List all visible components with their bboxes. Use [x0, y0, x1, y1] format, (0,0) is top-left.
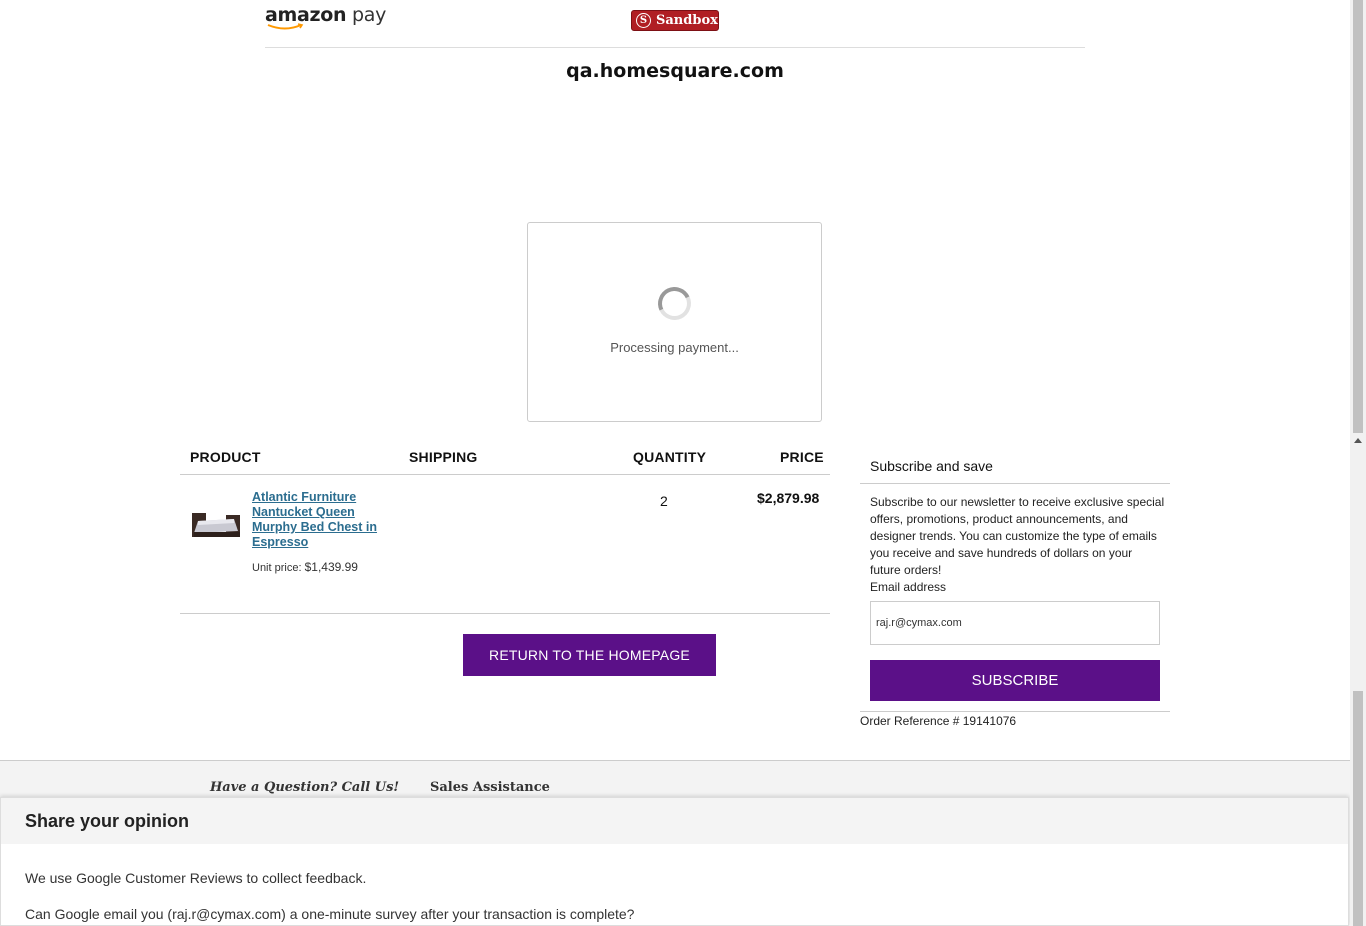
dialog-text-survey: Can Google email you (raj.r@cymax.com) a… — [25, 906, 635, 922]
unit-price-value: $1,439.99 — [304, 560, 358, 574]
page-scrollbar[interactable] — [1350, 0, 1366, 926]
dialog-title: Share your opinion — [25, 811, 190, 831]
amazon-logo-suffix: pay — [352, 4, 387, 26]
footer-sales-assistance: Sales Assistance — [430, 780, 550, 795]
loading-spinner-icon — [653, 282, 696, 325]
processing-message: Processing payment... — [610, 340, 739, 355]
order-reference: Order Reference # 19141076 — [860, 714, 1017, 728]
column-header-quantity: QUANTITY — [633, 449, 707, 465]
subscribe-description: Subscribe to our newsletter to receive e… — [870, 495, 1165, 577]
subscribe-divider — [860, 483, 1170, 484]
table-header-divider — [180, 474, 830, 475]
unit-price-label: Unit price: — [252, 562, 302, 574]
sandbox-s-icon: S — [636, 13, 651, 28]
email-field[interactable] — [870, 601, 1160, 645]
item-price: $2,879.98 — [757, 490, 820, 506]
return-homepage-button[interactable]: RETURN TO THE HOMEPAGE — [463, 634, 716, 676]
sandbox-label: Sandbox — [656, 13, 718, 28]
scrollbar-thumb-main[interactable] — [1353, 0, 1363, 433]
dialog-text-feedback: We use Google Customer Reviews to collec… — [25, 870, 367, 886]
merchant-domain: qa.homesquare.com — [566, 60, 784, 82]
scroll-up-arrow-icon[interactable] — [1354, 438, 1362, 443]
footer-call-us: Have a Question? Call Us! — [210, 780, 400, 795]
column-header-product: PRODUCT — [190, 449, 261, 465]
amazon-smile-icon — [267, 23, 304, 30]
header-divider — [265, 47, 1085, 48]
column-header-price: PRICE — [780, 449, 824, 465]
item-quantity: 2 — [660, 493, 668, 509]
unit-price: Unit price: $1,439.99 — [252, 560, 358, 574]
scrollbar-thumb-secondary[interactable] — [1353, 691, 1363, 926]
table-row-divider — [180, 613, 830, 614]
product-thumbnail[interactable] — [190, 505, 242, 539]
subscribe-title: Subscribe and save — [870, 458, 993, 474]
product-link[interactable]: Atlantic Furniture Nantucket Queen Murph… — [252, 490, 377, 550]
sandbox-badge: S Sandbox — [631, 10, 719, 31]
processing-panel: Processing payment... — [527, 222, 822, 422]
column-header-shipping: SHIPPING — [409, 449, 478, 465]
share-opinion-dialog: Share your opinion We use Google Custome… — [0, 797, 1349, 926]
dialog-header: Share your opinion — [1, 798, 1348, 844]
subscribe-bottom-divider — [860, 711, 1170, 712]
subscribe-button[interactable]: SUBSCRIBE — [870, 660, 1160, 701]
email-label: Email address — [870, 580, 947, 594]
